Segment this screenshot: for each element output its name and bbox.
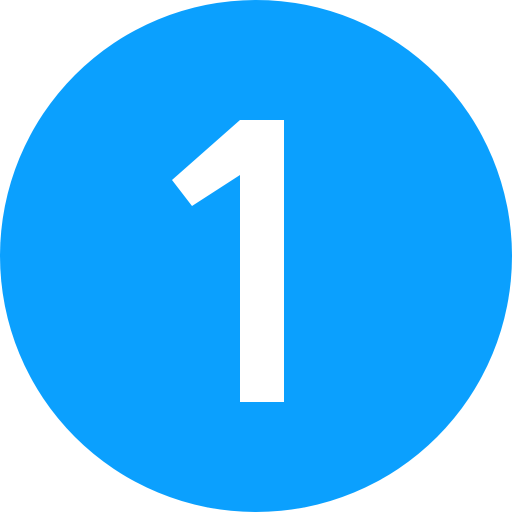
number-one-circle-icon: 1 [0,0,512,512]
number-badge-icon: 1 [0,0,512,512]
